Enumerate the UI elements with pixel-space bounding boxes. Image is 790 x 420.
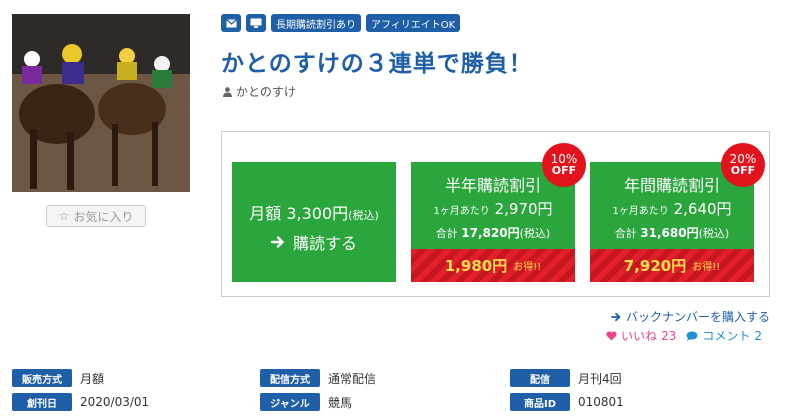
backnumber-link[interactable]: バックナンバーを購入する bbox=[611, 308, 770, 325]
plan-per-month: 1ヶ月あたり 2,640円 bbox=[612, 200, 732, 218]
plan-total: 合計 17,820円(税込) bbox=[435, 226, 551, 240]
monthly-plan-button[interactable]: 月額 3,300円(税込) 購読する bbox=[232, 162, 396, 282]
tag-affiliate: アフィリエイトOK bbox=[366, 14, 461, 32]
savings-banner: 7,920円 お得!! bbox=[590, 249, 754, 282]
monitor-icon bbox=[246, 14, 266, 32]
mail-icon bbox=[221, 14, 241, 32]
magazine-title: かとのすけの３連単で勝負！ bbox=[221, 51, 533, 77]
meta-product-id: 商品ID 010801 bbox=[510, 393, 624, 411]
meta-value: 010801 bbox=[578, 395, 624, 409]
star-outline-icon: ☆ bbox=[58, 209, 70, 223]
meta-value: 月刊4回 bbox=[578, 371, 622, 386]
discount-badge-20: 20% OFF bbox=[721, 143, 765, 187]
arrow-right-icon bbox=[270, 236, 284, 248]
favorite-button[interactable]: ☆ お気に入り bbox=[46, 205, 146, 227]
arrow-right-icon bbox=[611, 312, 621, 321]
meta-value[interactable]: 競馬 bbox=[328, 394, 352, 411]
comment-button[interactable]: コメント 2 bbox=[686, 327, 762, 344]
subscription-plans: 月額 3,300円(税込) 購読する 半年購読割引 1ヶ月あたり 2,970円 … bbox=[221, 131, 770, 297]
comment-icon bbox=[686, 331, 698, 341]
user-icon bbox=[223, 86, 232, 97]
meta-founded: 創刊日 2020/03/01 bbox=[12, 393, 149, 411]
savings-banner: 1,980円 お得!! bbox=[411, 249, 575, 282]
like-button[interactable]: いいね 23 bbox=[606, 327, 676, 344]
plan-total: 合計 31,680円(税込) bbox=[614, 226, 730, 240]
meta-genre: ジャンル 競馬 bbox=[260, 393, 352, 411]
subscribe-cta: 購読する bbox=[232, 230, 396, 254]
magazine-thumbnail bbox=[12, 14, 190, 192]
monthly-price: 月額 3,300円(税込) bbox=[249, 204, 379, 223]
meta-delivery-type: 配信方式 通常配信 bbox=[260, 369, 376, 387]
meta-value: 2020/03/01 bbox=[80, 395, 150, 409]
plan-per-month: 1ヶ月あたり 2,970円 bbox=[433, 200, 553, 218]
meta-value: 通常配信 bbox=[328, 371, 377, 386]
tag-list: 長期購読割引あり アフィリエイトOK bbox=[221, 14, 461, 32]
favorite-button-label: お気に入り bbox=[73, 209, 134, 224]
horse-racing-image bbox=[12, 14, 190, 192]
meta-sales-type: 販売方式 月額 bbox=[12, 369, 104, 387]
meta-delivery: 配信 月刊4回 bbox=[510, 369, 622, 387]
discount-badge-10: 10% OFF bbox=[542, 143, 586, 187]
author[interactable]: かとのすけ bbox=[223, 83, 296, 100]
heart-icon bbox=[606, 330, 617, 340]
magazine-page: ☆ お気に入り 長期購読割引あり アフィリエイトOK かとのすけの３連単で勝負！… bbox=[0, 0, 790, 420]
tag-long-term-discount: 長期購読割引あり bbox=[271, 14, 361, 32]
social-actions: いいね 23 コメント 2 bbox=[606, 327, 762, 344]
author-name: かとのすけ bbox=[236, 85, 296, 99]
meta-value: 月額 bbox=[80, 371, 105, 386]
